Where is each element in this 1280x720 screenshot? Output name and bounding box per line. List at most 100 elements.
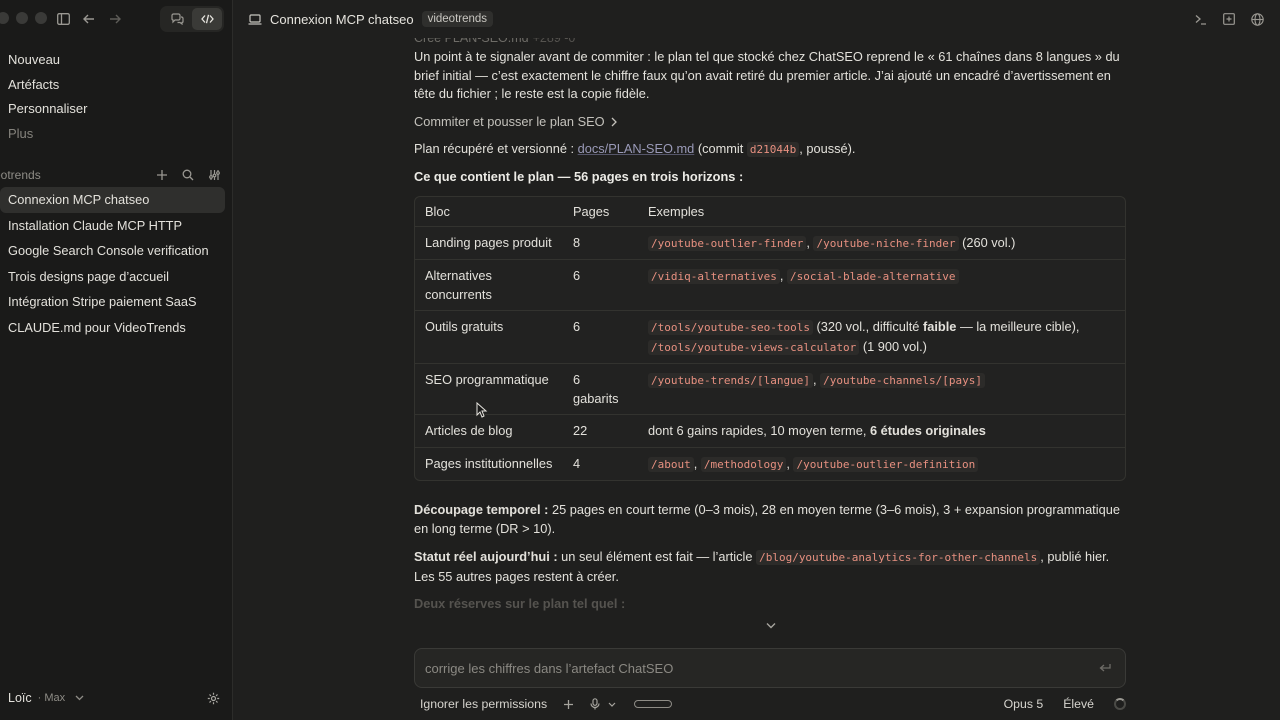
model-selector[interactable]: Opus 5	[1004, 697, 1044, 711]
table-row: SEO programmatique 6 gabarits /youtube-t…	[415, 364, 1125, 415]
statut-label: Statut réel aujourd’hui :	[414, 549, 558, 564]
mouse-cursor-icon	[476, 402, 488, 418]
route-code: /youtube-niche-finder	[813, 235, 959, 251]
cell-bloc: Pages institutionnelles	[425, 455, 553, 471]
plus-icon[interactable]	[155, 168, 169, 182]
mode-pill[interactable]	[634, 700, 673, 708]
plan-heading: Ce que contient le plan — 56 pages en tr…	[414, 168, 744, 184]
route-code: /vidiq-alternatives	[648, 269, 780, 284]
conversation-item[interactable]: Google Search Console verification	[0, 238, 225, 264]
cell-examples: /youtube-outlier-finder, /youtube-niche-…	[638, 227, 1125, 260]
mode-toggle	[160, 6, 224, 32]
panel-icon[interactable]	[1222, 12, 1236, 26]
cell-note: (260 vol.)	[958, 234, 1016, 250]
cell-pages: 22	[563, 415, 638, 448]
terminal-icon[interactable]	[1194, 12, 1208, 26]
forward-arrow-icon[interactable]	[104, 8, 126, 30]
code-mode-icon[interactable]	[192, 8, 222, 30]
route-code: /youtube-channels/[pays]	[820, 373, 986, 388]
commit-step-link[interactable]: Commiter et pousser le plan SEO	[414, 113, 1126, 131]
cell-emphasis: faible	[922, 319, 957, 334]
route-code: /tools/youtube-views-calculator	[648, 339, 860, 355]
table-header-row: Bloc Pages Exemples	[415, 197, 1125, 227]
scroll-down-icon[interactable]	[766, 622, 776, 629]
conversation-item[interactable]: CLAUDE.md pour VideoTrends	[0, 315, 225, 341]
conversation-item[interactable]: Intégration Stripe paiement SaaS	[0, 289, 225, 315]
topbar: Connexion MCP chatseo videotrends	[234, 0, 1280, 38]
add-icon[interactable]	[563, 699, 574, 710]
chevron-down-icon	[608, 702, 616, 707]
cell-bloc: Landing pages produit	[415, 227, 563, 260]
conversation-item[interactable]: Connexion MCP chatseo	[0, 187, 225, 213]
cell-bloc: Articles de blog	[415, 415, 563, 448]
user-name: Loïc	[8, 691, 32, 705]
table-row: Outils gratuits 6 /tools/youtube-seo-too…	[415, 311, 1125, 364]
cell-note: (320 vol., difficulté	[812, 319, 923, 334]
composer-toolbar: Ignorer les permissions Opus 5 Élevé	[420, 694, 1126, 714]
cell-examples: /youtube-trends/[langue], /youtube-chann…	[638, 364, 1125, 415]
loading-spinner-icon	[1114, 698, 1126, 710]
cell-examples: /about, /methodology, /youtube-outlier-d…	[638, 448, 1125, 481]
faded-next-heading: Deux réserves sur le plan tel quel :	[414, 596, 626, 611]
sidebar-toolbar	[52, 8, 126, 30]
route-code: /methodology	[700, 456, 787, 472]
send-icon[interactable]	[1091, 663, 1119, 673]
close-window-button[interactable]	[0, 12, 9, 24]
table-row: Landing pages produit 8 /youtube-outlier…	[415, 227, 1125, 260]
cell-emphasis: 6 études originales	[869, 423, 986, 438]
statut-paragraph: Statut réel aujourd’hui : un seul élémen…	[414, 548, 1126, 586]
microphone-icon[interactable]	[590, 698, 616, 710]
table-row: Articles de blog 22 dont 6 gains rapides…	[415, 415, 1125, 448]
nav-artifacts[interactable]: Artéfacts	[0, 73, 233, 98]
route-code: /social-blade-alternative	[786, 269, 959, 284]
nav-more[interactable]: Plus	[0, 122, 233, 147]
main-panel: Connexion MCP chatseo videotrends Crée P…	[234, 0, 1280, 720]
cell-examples: /vidiq-alternatives, /social-blade-alter…	[638, 260, 1125, 311]
cell-pages: 6 gabarits	[563, 364, 638, 415]
route-code: /youtube-outlier-definition	[793, 456, 979, 472]
chat-mode-icon[interactable]	[162, 8, 192, 30]
conversation-title[interactable]: Connexion MCP chatseo	[270, 12, 414, 27]
table-row: Pages institutionnelles 4 /about, /metho…	[415, 448, 1125, 481]
cell-pages: 8	[563, 227, 638, 260]
table-row: Alternatives concurrents 6 /vidiq-altern…	[415, 260, 1125, 311]
repo-badge[interactable]: videotrends	[421, 11, 494, 27]
conversation-item[interactable]: Installation Claude MCP HTTP	[0, 213, 225, 239]
conversation-list: Connexion MCP chatseo Installation Claud…	[0, 187, 233, 340]
cell-bloc: SEO programmatique	[415, 364, 563, 415]
message-input[interactable]	[425, 660, 1091, 676]
maximize-window-button[interactable]	[35, 12, 47, 24]
chevron-down-icon	[75, 695, 84, 701]
conversation-item[interactable]: Trois designs page d’accueil	[0, 264, 225, 290]
message-content: Crée PLAN-SEO.md +289 -0 Un point à te si…	[414, 28, 1126, 614]
sidebar-toggle-icon[interactable]	[52, 8, 74, 30]
project-section-label: eotrends	[0, 168, 41, 182]
app-window: Nouveau Artéfacts Personnaliser Plus eot…	[0, 0, 1280, 720]
user-menu[interactable]: Loïc · Max	[8, 688, 220, 708]
plan-file-link[interactable]: docs/PLAN-SEO.md	[578, 141, 695, 156]
settings-icon[interactable]	[207, 692, 220, 705]
decoupage-label: Découpage temporel :	[414, 502, 549, 517]
user-plan: · Max	[37, 692, 66, 704]
route-code: /youtube-trends/[langue]	[648, 373, 813, 388]
sidebar-nav: Nouveau Artéfacts Personnaliser Plus	[0, 48, 233, 146]
cell-pages: 4	[573, 455, 581, 471]
route-code: /about	[648, 456, 694, 472]
search-icon[interactable]	[181, 168, 195, 182]
statut-text: un seul élément est fait — l’article	[557, 549, 757, 564]
window-controls	[0, 12, 47, 24]
back-arrow-icon[interactable]	[78, 8, 100, 30]
nav-customize[interactable]: Personnaliser	[0, 97, 233, 122]
warning-paragraph: Un point à te signaler avant de commiter…	[414, 49, 1120, 101]
nav-new[interactable]: Nouveau	[0, 48, 233, 73]
filter-icon[interactable]	[207, 168, 221, 182]
permissions-toggle[interactable]: Ignorer les permissions	[420, 697, 547, 711]
commit-hash: d21044b	[746, 141, 800, 157]
minimize-window-button[interactable]	[16, 12, 28, 24]
globe-icon[interactable]	[1250, 12, 1264, 26]
effort-selector[interactable]: Élevé	[1063, 697, 1094, 711]
laptop-icon	[248, 13, 262, 25]
cell-bloc: Outils gratuits	[415, 311, 563, 364]
cell-note: (1 900 vol.)	[859, 338, 927, 354]
column-header: Bloc	[415, 197, 563, 227]
